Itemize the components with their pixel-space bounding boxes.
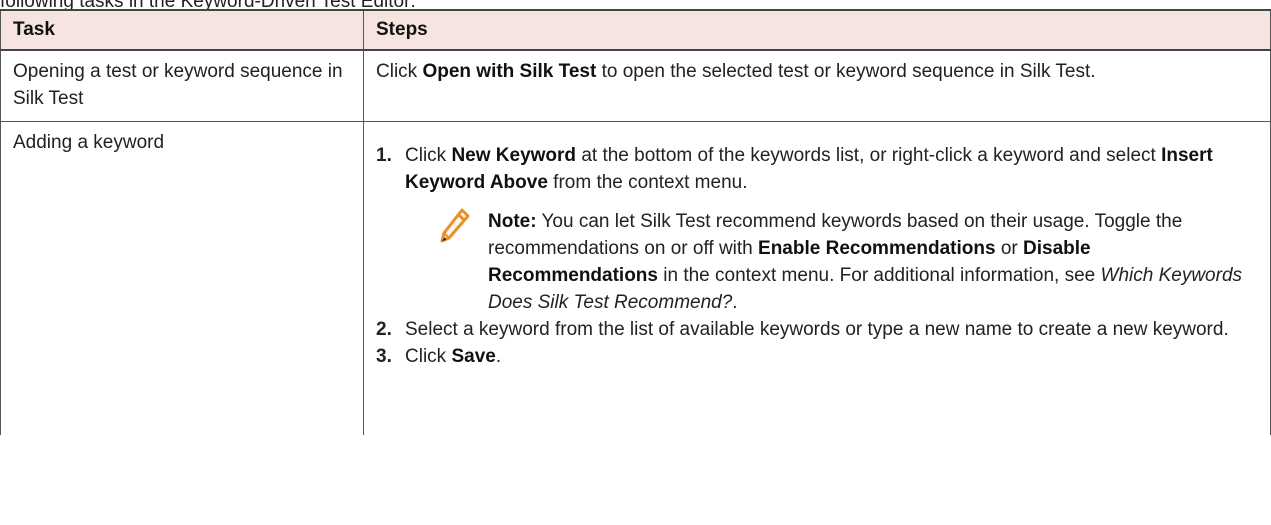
step-number: 2.	[376, 319, 392, 340]
step-text: Click	[405, 346, 452, 367]
step-text: at the bottom of the keywords list, or r…	[576, 145, 1162, 166]
list-item: 2. Select a keyword from the list of ava…	[376, 316, 1258, 343]
note-block: Note: You can let Silk Test recommend ke…	[405, 208, 1258, 316]
note-label: Note:	[488, 211, 537, 232]
step-text: .	[495, 346, 502, 367]
steps-cell: 1. Click New Keyword at the bottom of th…	[363, 121, 1271, 435]
open-with-silk-test-label: Open with Silk Test	[422, 61, 597, 82]
step-text: from the context menu.	[547, 172, 748, 193]
list-item: 1. Click New Keyword at the bottom of th…	[376, 142, 1258, 316]
step-number: 3.	[376, 346, 392, 367]
tasks-table: Task Steps Opening a test or keyword seq…	[0, 9, 1271, 435]
steps-list: 1. Click New Keyword at the bottom of th…	[376, 142, 1258, 370]
table-header-row: Task Steps	[0, 9, 1271, 51]
note-text: in the context menu. For additional info…	[657, 265, 1101, 286]
pencil-icon	[436, 206, 472, 246]
note-text: or	[995, 238, 1024, 259]
caption-text: following tasks in the Keyword-Driven Te…	[0, 0, 416, 12]
table-row: Opening a test or keyword sequence in Si…	[0, 49, 1271, 122]
note-text: .	[732, 292, 738, 313]
list-item: 3. Click Save.	[376, 343, 1258, 370]
enable-recommendations-label: Enable Recommendations	[758, 238, 996, 259]
step-text: Click	[405, 145, 452, 166]
save-label: Save	[451, 346, 496, 367]
step-number: 1.	[376, 145, 392, 166]
steps-cell: Click Open with Silk Test to open the se…	[363, 49, 1271, 122]
steps-text: to open the selected test or keyword seq…	[596, 61, 1096, 82]
task-cell: Opening a test or keyword sequence in Si…	[0, 49, 364, 122]
step-text: Select a keyword from the list of availa…	[405, 319, 1229, 340]
table-row: Adding a keyword 1. Click New Keyword at…	[0, 121, 1271, 435]
task-cell: Adding a keyword	[0, 121, 364, 435]
header-steps: Steps	[363, 9, 1271, 51]
steps-text: Click	[376, 61, 423, 82]
new-keyword-label: New Keyword	[451, 145, 577, 166]
header-task: Task	[0, 9, 364, 51]
